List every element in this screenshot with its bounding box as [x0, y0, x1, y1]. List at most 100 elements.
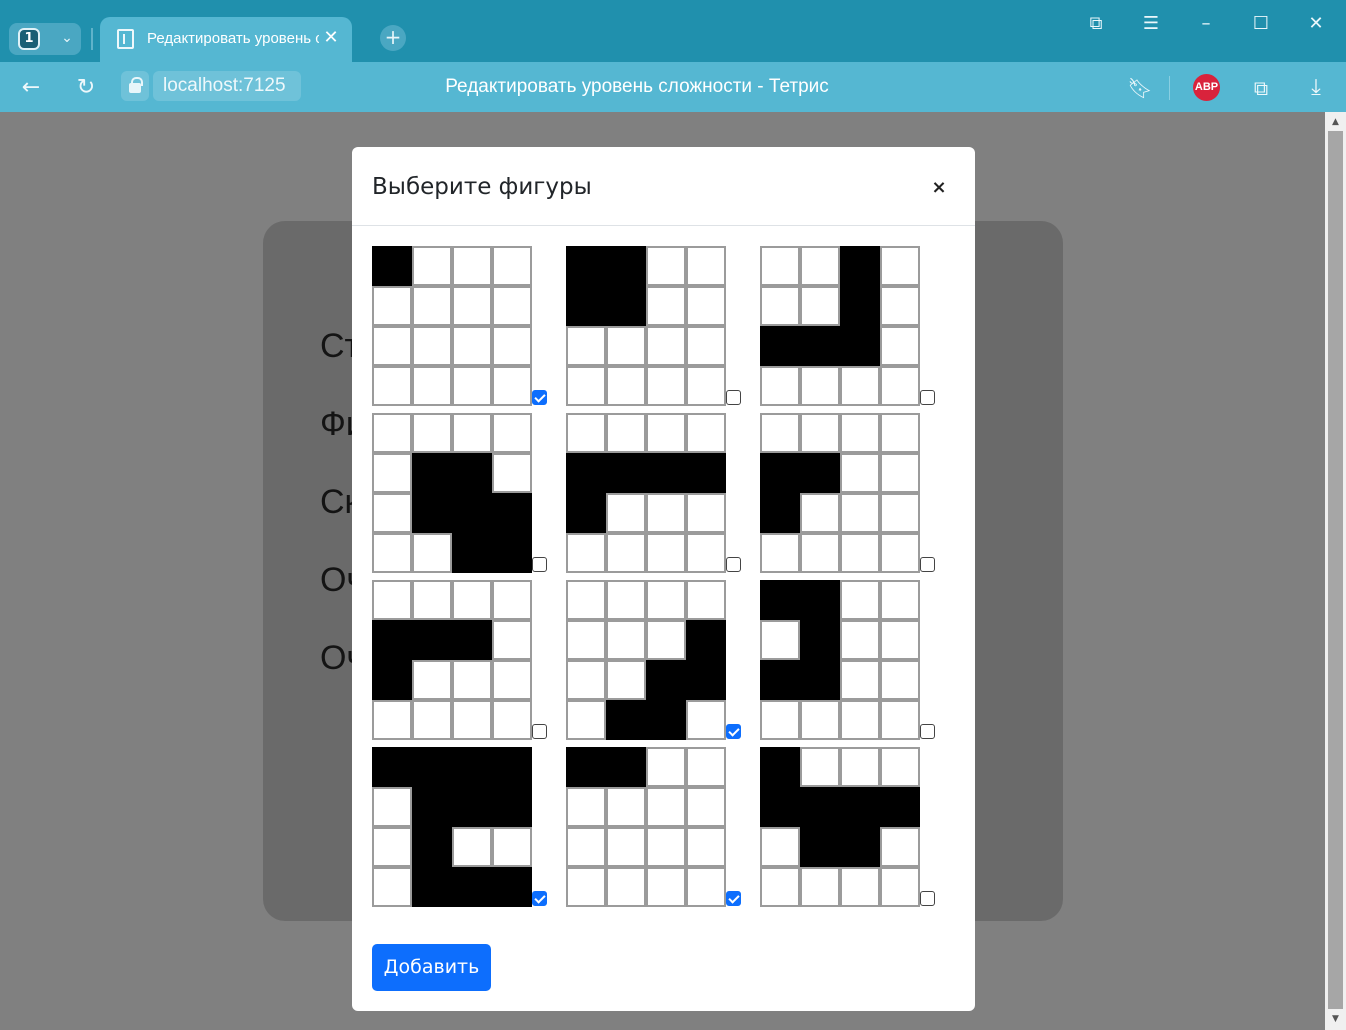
shape-cell-empty [880, 747, 920, 787]
shape-checkbox[interactable] [726, 557, 741, 572]
modal-header: Выберите фигуры × [352, 147, 975, 226]
shape-cell-empty [372, 700, 412, 740]
page-scrollbar[interactable]: ▲ ▼ [1325, 112, 1346, 1030]
shape-checkbox[interactable] [532, 390, 547, 405]
bookmarks-panel-icon[interactable]: ⧉ [1080, 10, 1112, 38]
shape-cell-filled [840, 787, 880, 827]
shape-cell-empty [646, 326, 686, 366]
shape-cell-empty [800, 533, 840, 573]
shape-checkbox[interactable] [726, 724, 741, 739]
shape-checkbox[interactable] [532, 557, 547, 572]
shape-cell-empty [646, 533, 686, 573]
shape-cell-empty [686, 700, 726, 740]
shape-cell-empty [452, 660, 492, 700]
shape-cell-empty [566, 413, 606, 453]
shape-cell-filled [452, 747, 492, 787]
bookmark-icon[interactable]: 🔖︎ [1125, 73, 1155, 103]
shape-cell-empty [686, 827, 726, 867]
shape-checkbox[interactable] [532, 891, 547, 906]
browser-tab-bar: 1 ⌄ Редактировать уровень сложности - Те… [0, 0, 1346, 62]
shape-cell-empty [566, 700, 606, 740]
shape-cell-empty [566, 580, 606, 620]
window-close-icon[interactable]: ✕ [1300, 10, 1332, 38]
shape-cell-empty [840, 660, 880, 700]
shape-cell-empty [646, 620, 686, 660]
shape-cell-filled [760, 493, 800, 533]
shape-cell-filled [412, 453, 452, 493]
scrollbar-thumb[interactable] [1328, 131, 1343, 1009]
shape-cell-empty [800, 493, 840, 533]
shape-cell-empty [686, 326, 726, 366]
toolbar-separator [1169, 76, 1170, 100]
shape-cell-empty [646, 580, 686, 620]
shape-cell-empty [492, 700, 532, 740]
back-arrow-icon[interactable]: ← [16, 73, 46, 103]
shape-cell-filled [760, 580, 800, 620]
shape-cell-filled [800, 660, 840, 700]
shape-cell-empty [412, 326, 452, 366]
download-icon[interactable]: ⤓ [1301, 73, 1331, 103]
extensions-icon[interactable]: ⧉ [1246, 73, 1276, 103]
shape-cell-empty [372, 453, 412, 493]
site-security-button[interactable] [121, 71, 149, 101]
tab-close-icon[interactable]: ✕ [320, 26, 342, 50]
shape-cell-empty [566, 787, 606, 827]
shape-cell-empty [686, 747, 726, 787]
shape-cell-filled [412, 787, 452, 827]
shape-cell-filled [800, 787, 840, 827]
shape-cell-filled [760, 747, 800, 787]
shape-cell-empty [606, 366, 646, 406]
reload-icon[interactable]: ↻ [71, 73, 101, 103]
shape-cell-empty [880, 366, 920, 406]
shape-cell-empty [840, 867, 880, 907]
shape-cell-filled [372, 620, 412, 660]
add-button[interactable]: Добавить [372, 944, 491, 991]
shape-cell-empty [760, 867, 800, 907]
shape-cell-empty [412, 366, 452, 406]
shape-grid [372, 246, 952, 908]
tab-counter-button[interactable]: 1 ⌄ [9, 23, 81, 55]
shape-pattern [566, 246, 726, 406]
shape-cell-empty [840, 366, 880, 406]
shape-cell-empty [492, 827, 532, 867]
shape-cell-filled [566, 493, 606, 533]
shape-checkbox[interactable] [920, 891, 935, 906]
shape-checkbox[interactable] [726, 390, 741, 405]
active-tab[interactable]: Редактировать уровень сложности - Тетрис… [100, 17, 352, 62]
shape-cell-empty [566, 660, 606, 700]
scroll-down-arrow-icon[interactable]: ▼ [1329, 1012, 1342, 1026]
shape-checkbox[interactable] [726, 891, 741, 906]
shape-cell-empty [452, 366, 492, 406]
shape-cell-empty [686, 413, 726, 453]
shape-cell-filled [412, 493, 452, 533]
shape-cell-empty [760, 827, 800, 867]
adblock-icon[interactable]: ABP [1193, 74, 1220, 101]
shape-cell-filled [452, 787, 492, 827]
shape-cell-empty [840, 747, 880, 787]
shape-cell-empty [880, 867, 920, 907]
shape-cell-empty [880, 286, 920, 326]
tab-count-badge: 1 [18, 28, 40, 50]
shape-cell-empty [880, 453, 920, 493]
minimize-icon[interactable]: – [1190, 10, 1222, 38]
shape-cell-empty [372, 787, 412, 827]
scroll-up-arrow-icon[interactable]: ▲ [1329, 115, 1342, 129]
shape-checkbox[interactable] [920, 557, 935, 572]
shape-cell-empty [646, 827, 686, 867]
shape-cell-empty [492, 660, 532, 700]
shape-cell-empty [606, 620, 646, 660]
shape-cell-empty [606, 413, 646, 453]
shape-cell-filled [492, 747, 532, 787]
url-field[interactable]: localhost:7125 [153, 71, 301, 101]
modal-close-button[interactable]: × [928, 175, 950, 201]
shape-checkbox[interactable] [920, 390, 935, 405]
shape-checkbox[interactable] [532, 724, 547, 739]
shape-cell-empty [760, 413, 800, 453]
shape-pattern [760, 413, 920, 573]
new-tab-button[interactable]: + [380, 25, 406, 51]
shape-cell-filled [452, 867, 492, 907]
shape-cell-filled [800, 580, 840, 620]
menu-icon[interactable]: ☰ [1135, 10, 1167, 38]
maximize-icon[interactable]: ☐ [1245, 10, 1277, 38]
shape-checkbox[interactable] [920, 724, 935, 739]
